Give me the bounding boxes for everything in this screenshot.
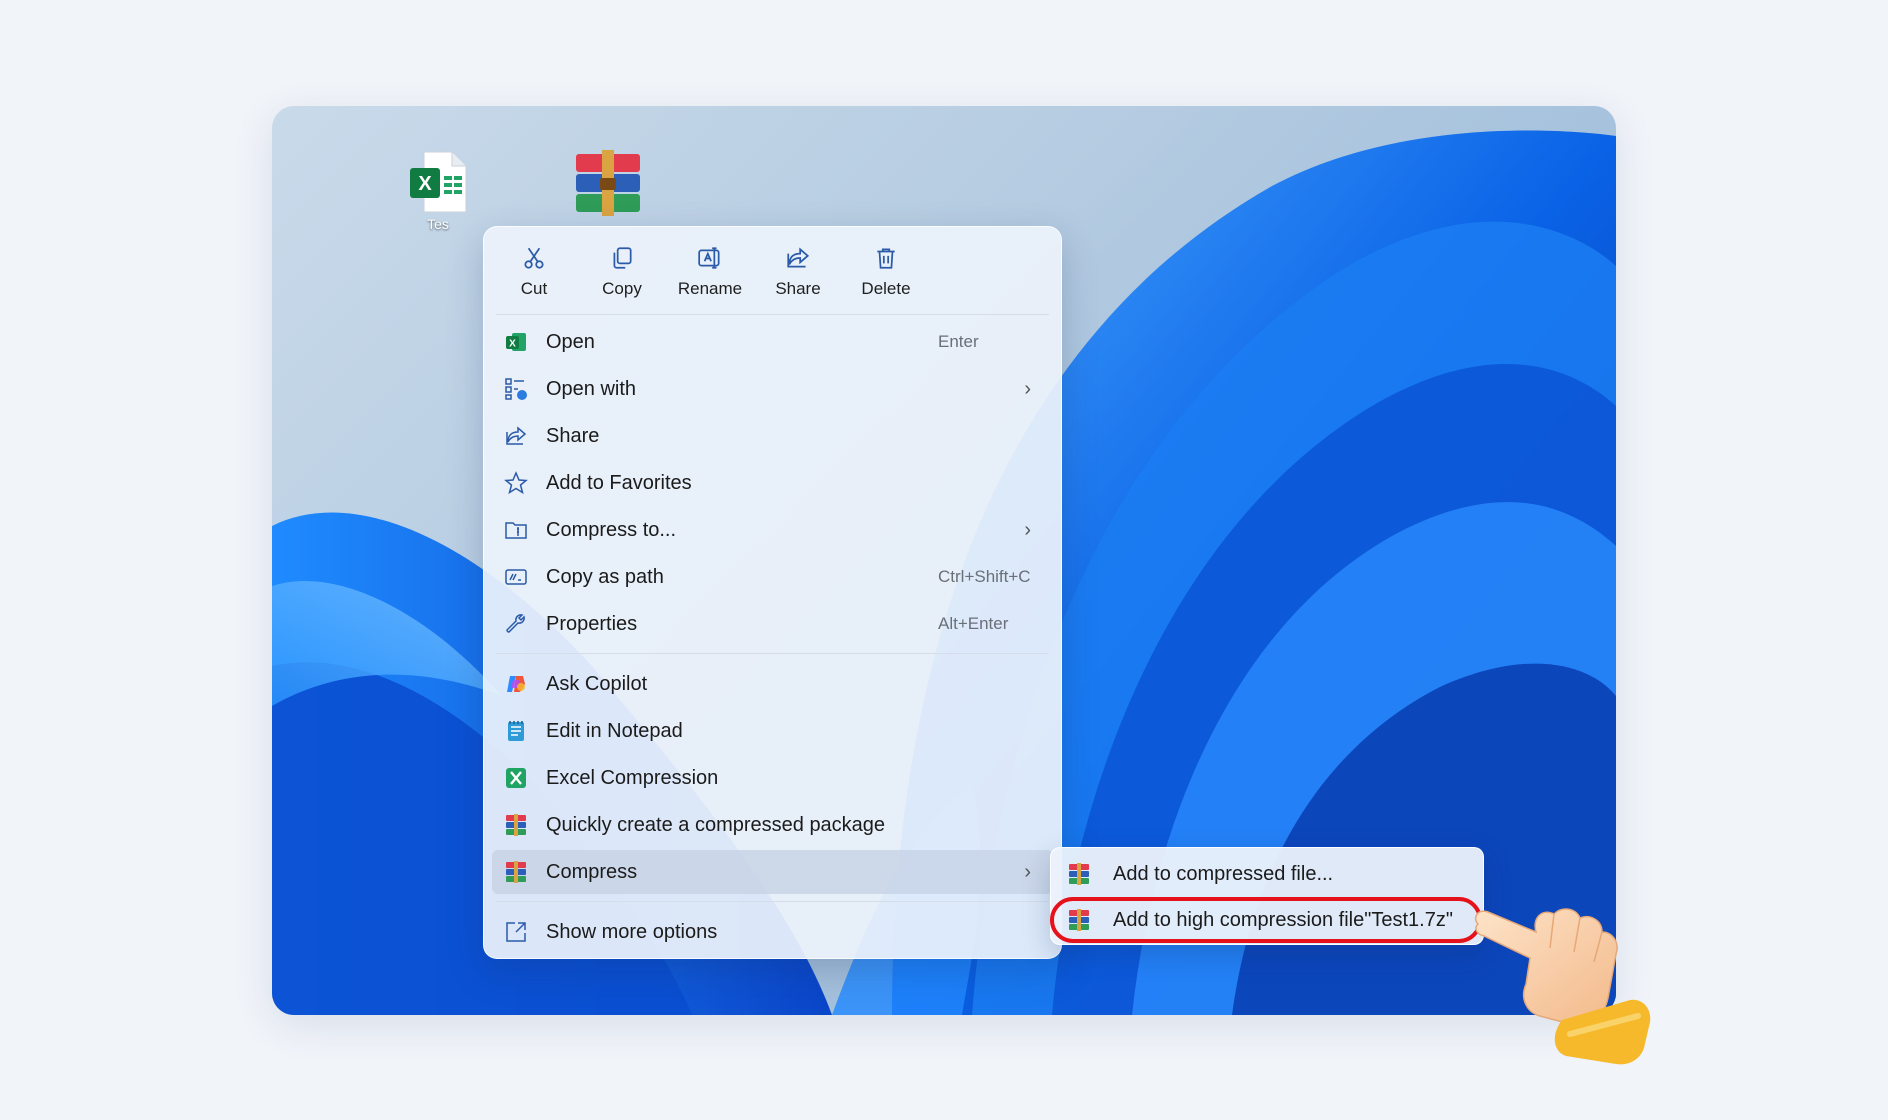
delete-button[interactable]: Delete (846, 239, 926, 309)
cut-label: Cut (520, 279, 548, 298)
rename-button[interactable]: Rename (670, 239, 750, 309)
menu-item-add-to-favorites[interactable]: Add to Favorites (492, 461, 1053, 505)
scissors-icon (524, 247, 544, 269)
winrar-books-icon (576, 150, 640, 216)
shortcut-text: Ctrl+Shift+C (938, 567, 1031, 586)
menu-divider (496, 901, 1049, 902)
excel-compress-icon (506, 768, 526, 788)
compress-submenu: Add to compressed file... Add to high co… (1050, 847, 1484, 945)
menu-item-label: Open (546, 330, 595, 353)
menu-item-label: Add to Favorites (546, 471, 692, 494)
menu-item-label: Open with (546, 377, 637, 400)
menu-item-show-more-options[interactable]: Show more options (492, 910, 1053, 954)
winrar-archive-icon[interactable] (572, 150, 644, 218)
menu-item-edit-in-notepad[interactable]: Edit in Notepad (492, 709, 1053, 753)
shortcut-text: Enter (938, 332, 979, 351)
more-options-icon (506, 922, 526, 942)
trash-icon (877, 248, 895, 269)
desktop-icon-label: Tes (427, 216, 449, 232)
share-button[interactable]: Share (758, 239, 838, 309)
menu-item-compress[interactable]: Compress › (492, 850, 1053, 894)
menu-item-label: Excel Compression (546, 766, 719, 789)
menu-divider (496, 653, 1049, 654)
menu-item-properties[interactable]: Properties Alt+Enter (492, 602, 1053, 646)
menu-item-label: Show more options (546, 920, 718, 943)
menu-item-open-with[interactable]: Open with › (492, 367, 1053, 411)
open-with-icon (505, 378, 527, 400)
wrench-icon (506, 614, 525, 633)
notepad-icon (508, 721, 524, 741)
menu-item-label: Add to compressed file... (1113, 862, 1334, 885)
svg-text:X: X (418, 173, 432, 195)
share-icon (506, 426, 527, 445)
excel-icon: X (506, 333, 526, 351)
menu-divider (496, 314, 1049, 315)
cut-button[interactable]: Cut (494, 239, 574, 309)
context-menu: Cut Copy Rename Share Delete X Open Ente… (483, 226, 1062, 959)
path-icon (505, 569, 527, 585)
rename-icon (698, 247, 720, 269)
menu-item-label: Share (546, 424, 600, 447)
quick-actions-bar: Cut Copy Rename Share Delete (484, 227, 1061, 315)
menu-item-label: Quickly create a compressed package (546, 813, 886, 836)
menu-item-label: Add to high compression file"Test1.7z" (1113, 908, 1453, 931)
menu-item-label: Compress to... (546, 518, 677, 541)
delete-label: Delete (861, 279, 911, 298)
menu-item-label: Compress (546, 860, 638, 883)
menu-item-share[interactable]: Share (492, 414, 1053, 458)
winrar-icon (506, 861, 526, 883)
copy-label: Copy (602, 279, 642, 298)
menu-item-label: Copy as path (546, 565, 664, 588)
chevron-right-icon: › (1024, 860, 1031, 883)
menu-item-quick-compress[interactable]: Quickly create a compressed package (492, 803, 1053, 847)
menu-item-open[interactable]: X Open Enter (492, 320, 1053, 364)
compress-folder-icon (505, 522, 527, 539)
menu-item-ask-copilot[interactable]: Ask Copilot (492, 662, 1053, 706)
menu-item-compress-to[interactable]: Compress to... › (492, 508, 1053, 552)
rename-label: Rename (677, 279, 743, 298)
menu-item-label: Edit in Notepad (546, 719, 683, 742)
chevron-right-icon: › (1024, 518, 1031, 541)
submenu-item-add-to-high-compression[interactable]: Add to high compression file"Test1.7z" (1055, 898, 1479, 942)
menu-item-copy-as-path[interactable]: Copy as path Ctrl+Shift+C (492, 555, 1053, 599)
share-icon (787, 247, 810, 268)
winrar-icon (506, 814, 526, 836)
chevron-right-icon: › (1024, 377, 1031, 400)
copy-button[interactable]: Copy (582, 239, 662, 309)
copilot-icon (507, 676, 525, 692)
submenu-item-add-to-compressed-file[interactable]: Add to compressed file... (1055, 852, 1479, 896)
menu-item-label: Ask Copilot (546, 672, 648, 695)
menu-item-label: Properties (546, 612, 638, 635)
shortcut-text: Alt+Enter (938, 614, 1009, 633)
star-icon (504, 471, 528, 495)
excel-document-icon: X (410, 151, 467, 213)
share-label: Share (775, 279, 821, 298)
copy-icon (613, 247, 632, 269)
winrar-icon (1069, 863, 1089, 885)
pointing-hand-icon (1474, 908, 1651, 1065)
svg-text:X: X (509, 339, 516, 350)
excel-file-icon[interactable]: X Tes (408, 150, 468, 232)
menu-item-excel-compression[interactable]: Excel Compression (492, 756, 1053, 800)
winrar-icon (1069, 909, 1089, 931)
